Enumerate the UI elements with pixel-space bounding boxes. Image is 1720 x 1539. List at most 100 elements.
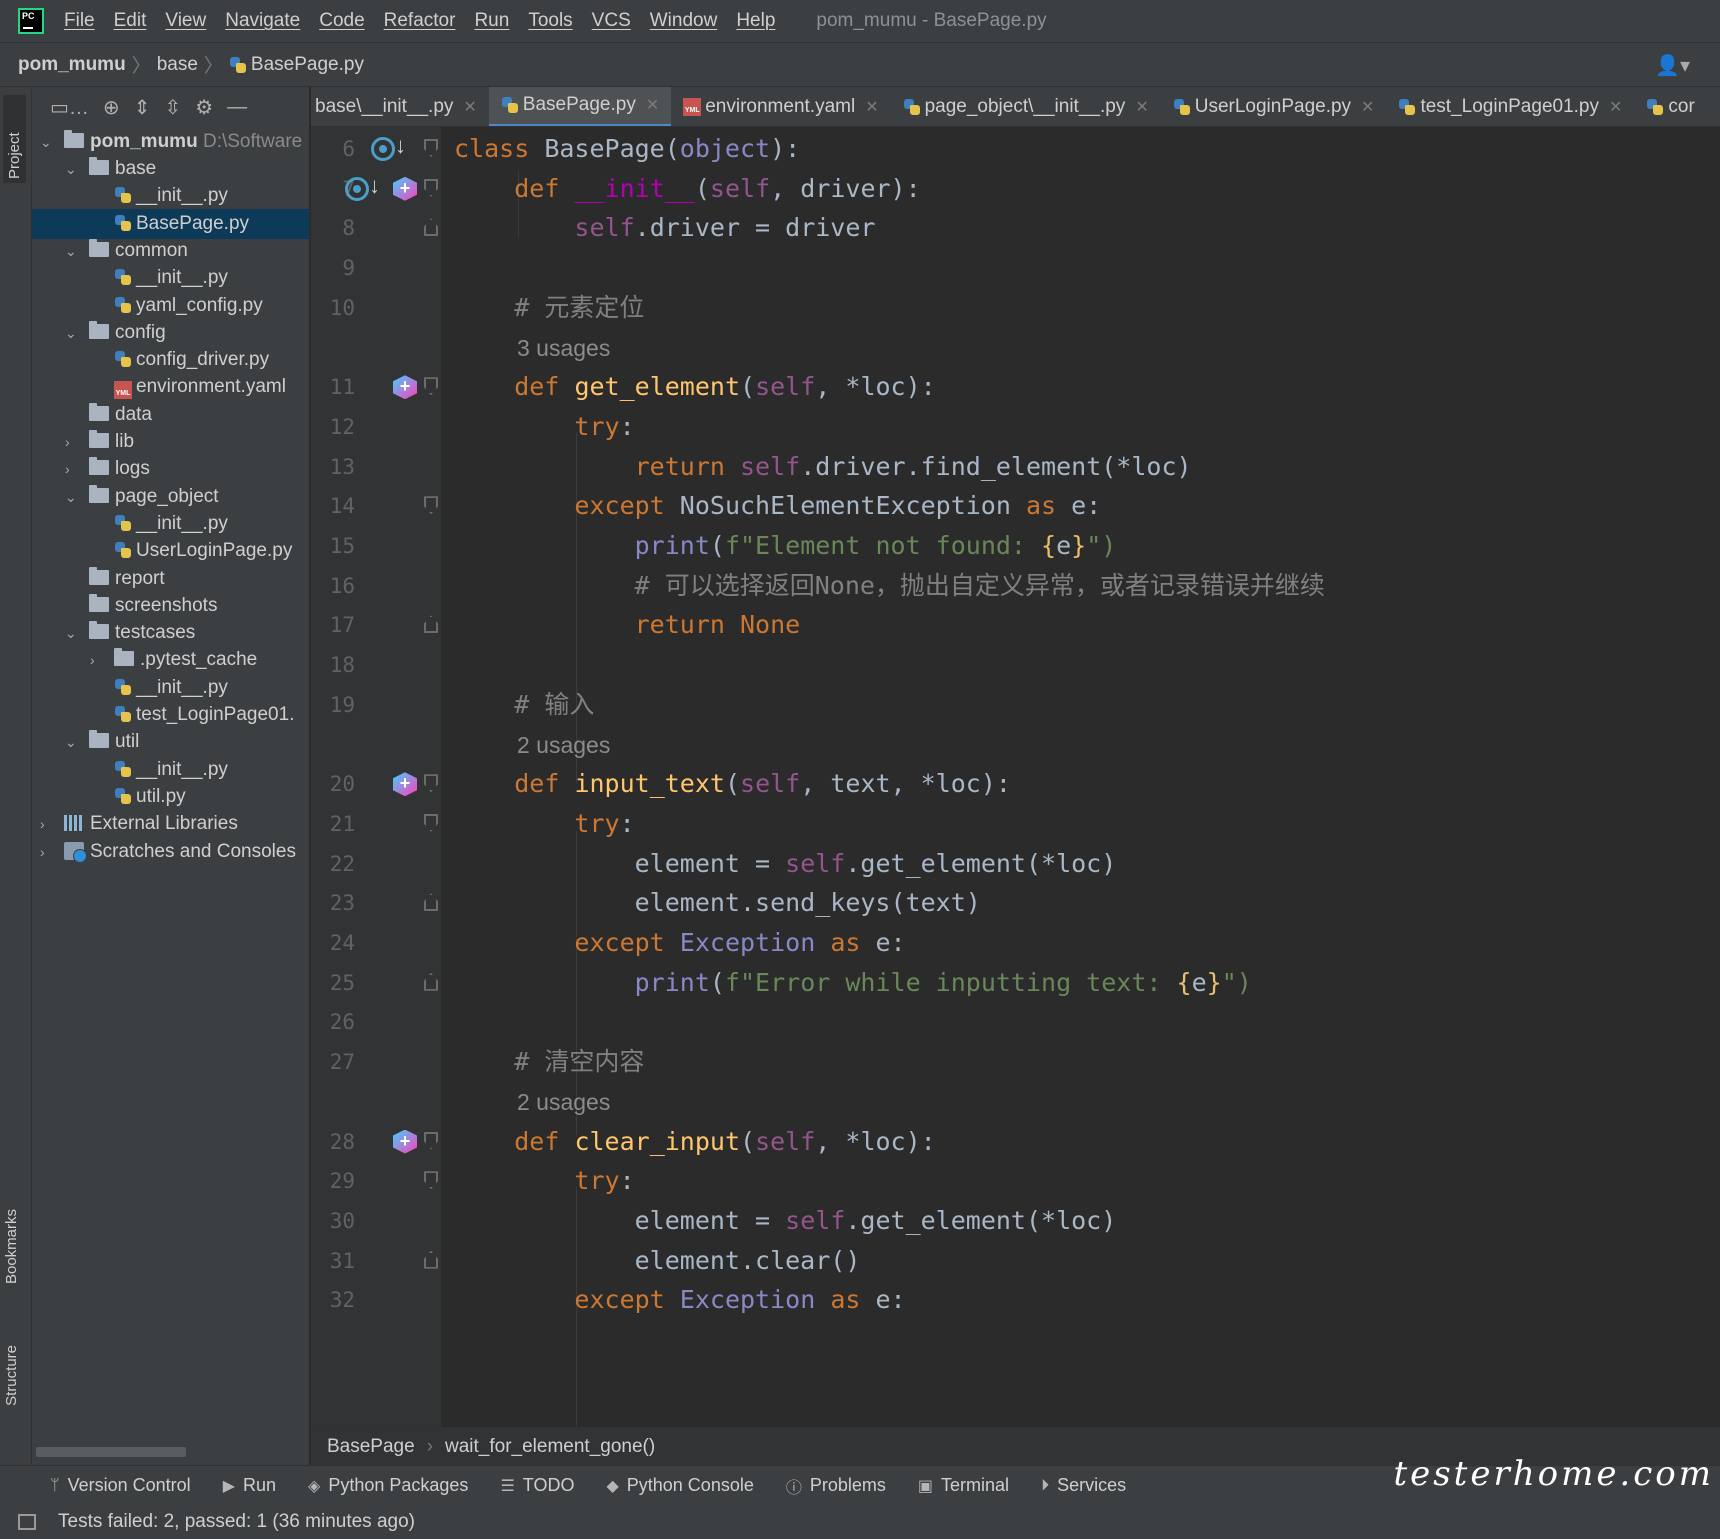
chevron-down-icon[interactable]: ⌄ — [65, 618, 79, 648]
tree-item[interactable]: BasePage.py — [32, 208, 309, 239]
tree-item[interactable]: config_driver.py — [32, 345, 309, 375]
breadcrumb-folder[interactable]: base — [157, 54, 198, 76]
version-control-button[interactable]: ᛘ Version Control — [50, 1475, 191, 1496]
close-icon[interactable]: ✕ — [463, 97, 476, 117]
project-tool-tab[interactable]: Project — [3, 95, 26, 183]
usages-link[interactable]: 2 usages — [517, 1080, 610, 1124]
fold-marker-icon[interactable] — [424, 1131, 438, 1150]
menu-vcs[interactable]: VCS — [592, 10, 631, 32]
implemented-method-icon[interactable]: + — [393, 772, 417, 797]
implemented-method-icon[interactable]: + — [393, 176, 417, 201]
close-icon[interactable]: ✕ — [646, 95, 659, 115]
menu-window[interactable]: Window — [650, 10, 718, 32]
close-icon[interactable]: ✕ — [1609, 97, 1622, 117]
code-editor[interactable]: 6 class BasePage(object): ↓ 7 def __init__(… — [311, 127, 1720, 1427]
close-icon[interactable]: ✕ — [1135, 97, 1148, 117]
overridden-method-icon[interactable] — [345, 176, 369, 201]
usages-hint[interactable]: 3 usages — [311, 326, 1720, 370]
tree-item[interactable]: › Scratches and Consoles — [32, 837, 309, 867]
usages-link[interactable]: 2 usages — [517, 723, 610, 767]
problems-button[interactable]: ⓘ Problems — [786, 1474, 886, 1498]
tree-item[interactable]: __init__.py — [32, 755, 309, 785]
chevron-right-icon[interactable]: › — [65, 427, 79, 457]
structure-tool-tab[interactable]: Structure — [3, 1345, 20, 1406]
implemented-method-icon[interactable]: + — [393, 375, 417, 400]
fold-marker-icon[interactable] — [424, 893, 438, 912]
tree-item[interactable]: UserLoginPage.py — [32, 536, 309, 566]
tab-test-loginpage01[interactable]: test_LoginPage01.py ✕ — [1386, 87, 1634, 126]
locate-file-icon[interactable]: ⊕ — [103, 95, 120, 120]
fold-marker-icon[interactable] — [424, 1250, 438, 1269]
tree-item[interactable]: › .pytest_cache — [32, 645, 309, 675]
fold-marker-icon[interactable] — [424, 972, 438, 991]
breadcrumb-method[interactable]: wait_for_element_gone() — [445, 1436, 655, 1458]
fold-marker-icon[interactable] — [424, 615, 438, 634]
fold-marker-icon[interactable] — [424, 218, 438, 237]
overridden-method-icon[interactable] — [371, 137, 395, 161]
tree-item[interactable]: ⌄ common — [32, 236, 309, 266]
tree-item[interactable]: yaml_config.py — [32, 291, 309, 321]
tree-item[interactable]: ⌄ config — [32, 318, 309, 348]
tree-item[interactable]: › logs — [32, 454, 309, 484]
implemented-method-icon[interactable]: + — [393, 1129, 417, 1154]
tree-item[interactable]: data — [32, 400, 309, 430]
menu-edit[interactable]: Edit — [114, 10, 147, 32]
fold-marker-icon[interactable] — [424, 377, 438, 396]
chevron-right-icon[interactable]: › — [65, 454, 79, 484]
close-icon[interactable]: ✕ — [865, 97, 878, 117]
tree-item[interactable]: report — [32, 564, 309, 594]
tree-item[interactable]: screenshots — [32, 591, 309, 621]
tree-root[interactable]: ⌄ pom_mumu D:\Software — [32, 127, 309, 157]
chevron-right-icon[interactable]: › — [40, 837, 54, 867]
tree-item[interactable]: util.py — [32, 782, 309, 812]
user-account-icon[interactable]: 👤▾ — [1655, 53, 1690, 78]
menu-view[interactable]: View — [165, 10, 206, 32]
menu-tools[interactable]: Tools — [528, 10, 572, 32]
hide-panel-icon[interactable]: — — [227, 96, 247, 119]
tree-item[interactable]: YML environment.yaml — [32, 372, 309, 402]
terminal-button[interactable]: ▣ Terminal — [918, 1475, 1009, 1496]
toggle-tool-windows-icon[interactable] — [18, 1514, 36, 1530]
chevron-down-icon[interactable]: ⌄ — [65, 727, 79, 757]
menu-refactor[interactable]: Refactor — [384, 10, 456, 32]
fold-marker-icon[interactable] — [424, 496, 438, 515]
tree-item[interactable]: test_LoginPage01. — [32, 700, 309, 730]
tab-base-init[interactable]: base\__init__.py ✕ — [311, 87, 489, 126]
menu-navigate[interactable]: Navigate — [225, 10, 300, 32]
tree-item[interactable]: ⌄ testcases — [32, 618, 309, 648]
python-console-button[interactable]: ◆ Python Console — [606, 1475, 753, 1496]
tab-environment-yaml[interactable]: YML environment.yaml ✕ — [671, 87, 890, 126]
fold-marker-icon[interactable] — [424, 178, 438, 197]
breadcrumb-file[interactable]: BasePage.py — [251, 54, 364, 76]
close-icon[interactable]: ✕ — [1361, 97, 1374, 117]
horizontal-scrollbar[interactable] — [36, 1447, 186, 1457]
tree-item[interactable]: __init__.py — [32, 509, 309, 539]
menu-code[interactable]: Code — [319, 10, 364, 32]
tree-item[interactable]: ⌄ base — [32, 154, 309, 184]
fold-marker-icon[interactable] — [424, 1171, 438, 1190]
gear-icon[interactable]: ⚙ — [195, 95, 213, 120]
collapse-all-icon[interactable]: ⇳ — [164, 95, 181, 120]
chevron-down-icon[interactable]: ⌄ — [65, 318, 79, 348]
tab-basepage[interactable]: BasePage.py ✕ — [488, 87, 672, 126]
project-view-icon[interactable]: ▭… — [50, 95, 89, 120]
services-button[interactable]: ⏵ Services — [1041, 1475, 1126, 1496]
usages-link[interactable]: 3 usages — [517, 326, 610, 370]
run-button[interactable]: ▶ Run — [223, 1475, 276, 1496]
fold-marker-icon[interactable] — [424, 139, 438, 157]
breadcrumb-project[interactable]: pom_mumu — [18, 54, 126, 76]
expand-all-icon[interactable]: ⇕ — [134, 95, 151, 120]
fold-marker-icon[interactable] — [424, 813, 438, 832]
tree-item[interactable]: ⌄ page_object — [32, 482, 309, 512]
tree-item[interactable]: › lib — [32, 427, 309, 457]
python-packages-button[interactable]: ◈ Python Packages — [308, 1475, 468, 1496]
tree-item[interactable]: ⌄ util — [32, 727, 309, 757]
tree-item[interactable]: __init__.py — [32, 263, 309, 293]
chevron-down-icon[interactable]: ⌄ — [65, 236, 79, 266]
tree-item[interactable]: › External Libraries — [32, 809, 309, 839]
tab-page-object-init[interactable]: page_object\__init__.py ✕ — [891, 87, 1161, 126]
tree-item[interactable]: __init__.py — [32, 181, 309, 211]
fold-marker-icon[interactable] — [424, 774, 438, 793]
bookmarks-tool-tab[interactable]: Bookmarks — [3, 1209, 20, 1284]
status-text[interactable]: Tests failed: 2, passed: 1 (36 minutes a… — [58, 1511, 415, 1533]
